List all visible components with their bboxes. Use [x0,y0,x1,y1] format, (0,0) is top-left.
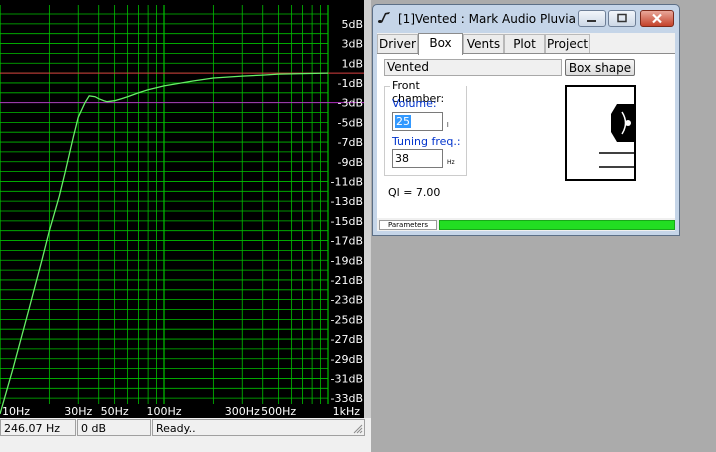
y-tick-label: -1dB [338,77,364,90]
dialog-title: [1]Vented : Mark Audio Pluvia 11 [398,12,596,26]
x-tick-label: 50Hz [101,405,129,418]
parameters-row: Parameters [377,219,675,230]
box-shape-button[interactable]: Box shape [565,59,635,76]
minimize-button[interactable] [578,10,606,27]
x-tick-label: 10Hz [2,405,30,418]
close-button[interactable] [640,10,674,27]
y-tick-label: -33dB [331,392,364,405]
box-type-field: Vented [384,59,562,76]
y-tick-label: -19dB [331,254,364,267]
tuning-frequency-unit: Hz [447,159,455,166]
dialog-titlebar[interactable]: [1]Vented : Mark Audio Pluvia 11 [373,5,679,32]
x-tick-label: 500Hz [261,405,296,418]
plot-right-border [364,0,371,418]
status-message: Ready.. [152,419,365,436]
box-settings-dialog: [1]Vented : Mark Audio Pluvia 11 Driver … [372,4,680,236]
volume-unit: l [447,122,449,129]
y-tick-label: -25dB [331,313,364,326]
tab-plot[interactable]: Plot [504,34,545,54]
parameters-tab[interactable]: Parameters [379,220,437,230]
tuning-frequency-input[interactable]: 38 [392,149,443,168]
tab-vents[interactable]: Vents [463,34,504,54]
y-tick-label: -13dB [331,195,364,208]
box-diagram [565,85,636,181]
y-tick-label: -27dB [331,333,364,346]
dialog-client: Driver Box Vents Plot Project Vented Box… [377,33,675,231]
x-tick-label: 30Hz [64,405,92,418]
y-tick-label: -5dB [338,116,364,129]
status-frequency: 246.07 Hz [0,419,76,436]
minimize-icon [587,20,596,22]
x-tick-label: 1kHz [333,405,361,418]
ql-value: Ql = 7.00 [388,186,441,199]
tab-project[interactable]: Project [545,34,590,54]
tab-box[interactable]: Box [418,33,463,55]
maximize-icon [617,13,627,23]
y-tick-label: -7dB [338,136,364,149]
x-tick-label: 300Hz [225,405,260,418]
y-tick-label: -23dB [331,294,364,307]
y-tick-label: -3dB [338,97,364,110]
y-tick-label: -21dB [331,274,364,287]
y-tick-label: 1dB [341,57,363,70]
y-tick-label: -9dB [338,156,364,169]
status-level: 0 dB [77,419,151,436]
frequency-response-chart: 5dB 3dB 1dB -1dB -3dB -5dB -7dB -9dB -11dB -13dB -… [0,0,371,418]
y-tick-label: -15dB [331,215,364,228]
y-tick-label: -29dB [331,353,364,366]
box-tab-panel: Vented Box shape Front chamber: Volume: … [377,53,675,218]
status-bar: 246.07 Hz 0 dB Ready.. [0,418,371,438]
y-tick-label: 5dB [341,18,363,31]
front-chamber-group: Front chamber: Volume: 25 l Tuning freq.… [384,79,467,176]
y-tick-label: -31dB [331,372,364,385]
maximize-button[interactable] [608,10,636,27]
progress-bar [439,220,675,230]
tuning-frequency-label: Tuning freq.: [392,135,461,148]
resize-grip-icon[interactable] [352,423,363,434]
y-tick-label: 3dB [341,38,363,51]
y-tick-label: -17dB [331,235,364,248]
volume-input[interactable]: 25 [392,112,443,131]
volume-value: 25 [395,115,411,128]
y-tick-label: -11dB [331,175,364,188]
x-tick-label: 100Hz [146,405,181,418]
volume-label: Volume: [392,97,437,110]
frequency-response-window: 5dB 3dB 1dB -1dB -3dB -5dB -7dB -9dB -11dB -13dB -… [0,0,371,452]
close-icon [652,13,662,24]
speaker-note-icon [378,12,390,23]
tab-driver[interactable]: Driver [377,34,418,54]
window-bottom-edge [0,438,371,452]
